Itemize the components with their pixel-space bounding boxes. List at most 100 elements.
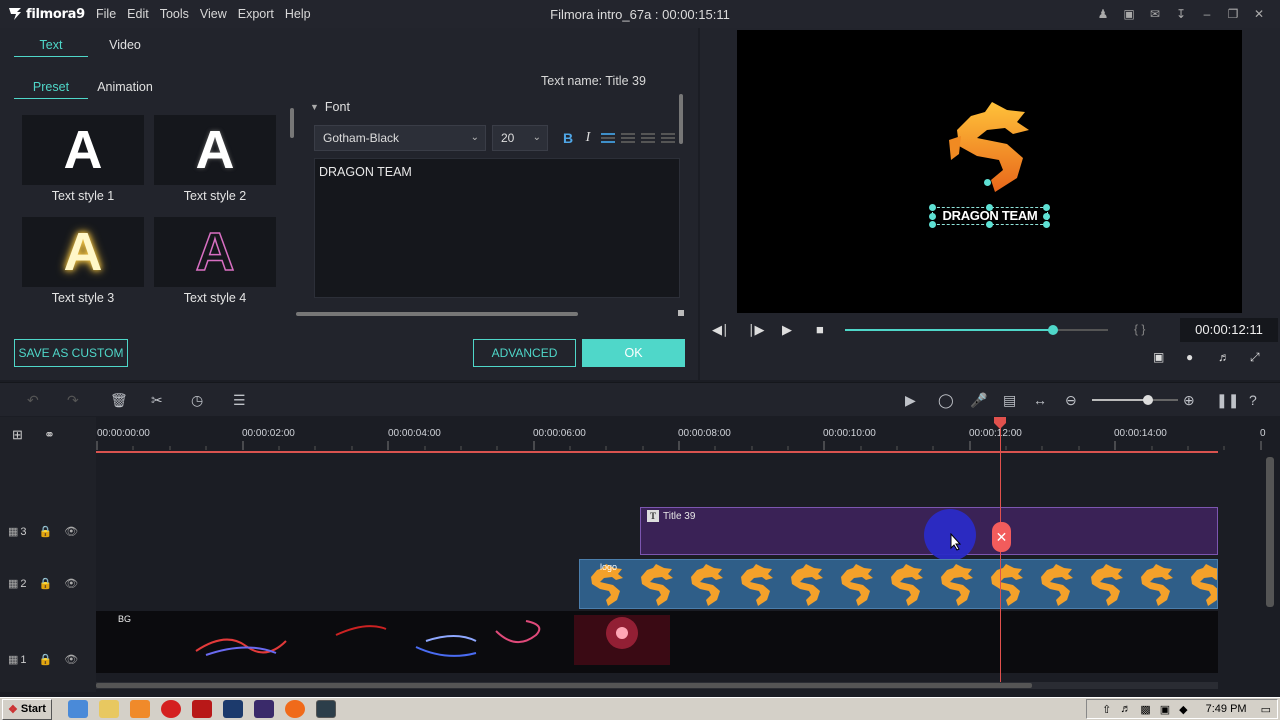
tray-arrow-icon[interactable]: ⇧ [1102, 703, 1111, 716]
help-icon[interactable]: ? [1249, 392, 1257, 408]
playhead-marker-icon[interactable] [993, 417, 1007, 429]
duration-icon[interactable]: ◷ [191, 392, 203, 409]
resize-handle[interactable] [929, 204, 936, 211]
firefox-icon[interactable] [285, 700, 305, 718]
mail-icon[interactable]: ✉ [1142, 4, 1168, 24]
preset-item[interactable]: A Text style 1 [22, 115, 144, 203]
preset-item[interactable]: A Text style 4 [154, 217, 276, 305]
timeline-horizontal-scrollbar[interactable] [96, 682, 1218, 689]
display-settings-icon[interactable]: ▣ [1153, 350, 1164, 364]
horizontal-scrollbar[interactable] [296, 312, 578, 316]
filmora-taskbar-icon[interactable] [316, 700, 336, 718]
tray-network-icon[interactable]: ▩ [1140, 703, 1150, 716]
adjust-icon[interactable]: ☰ [233, 392, 246, 409]
subtab-animation[interactable]: Animation [88, 76, 162, 99]
lock-icon[interactable]: 🔒 [39, 653, 53, 666]
close-icon[interactable]: ✕ [1246, 4, 1272, 24]
play-icon[interactable]: ▶ [782, 322, 792, 338]
lock-icon[interactable]: 🔒 [39, 525, 53, 538]
settings-scrollbar[interactable] [679, 94, 683, 144]
undo-icon[interactable]: ↶ [27, 392, 39, 409]
fit-timeline-icon[interactable]: ↔ [1033, 392, 1047, 408]
advanced-button[interactable]: ADVANCED [473, 339, 576, 367]
font-section-header[interactable]: ▼ Font [310, 100, 350, 114]
render-icon[interactable]: ▶ [905, 392, 916, 409]
menu-file[interactable]: File [96, 7, 116, 21]
align-center-icon[interactable] [621, 133, 635, 143]
show-desktop-icon[interactable]: ▭ [1261, 703, 1271, 716]
menu-view[interactable]: View [200, 7, 227, 21]
background-clip[interactable]: BG [96, 611, 1218, 673]
save-as-custom-button[interactable]: SAVE AS CUSTOM [14, 339, 128, 367]
text-content-input[interactable]: DRAGON TEAM [314, 158, 680, 298]
ok-button[interactable]: OK [582, 339, 685, 367]
explorer-icon[interactable] [99, 700, 119, 718]
tray-antivirus-icon[interactable]: ▣ [1160, 703, 1170, 716]
progress-knob[interactable] [1047, 325, 1058, 335]
save-icon[interactable]: ▣ [1116, 4, 1142, 24]
snapshot-icon[interactable]: ● [1186, 350, 1193, 364]
bold-button[interactable]: B [558, 130, 578, 146]
scroll-thumb[interactable] [96, 683, 1032, 688]
add-track-icon[interactable]: ⊞ [12, 427, 23, 443]
zoom-slider[interactable] [1092, 395, 1178, 405]
tray-volume-icon[interactable]: ♬ [1120, 703, 1131, 715]
lock-icon[interactable]: 🔒 [39, 577, 53, 590]
resize-handle[interactable] [929, 221, 936, 228]
eye-icon[interactable]: 👁 [64, 577, 78, 590]
resize-handle[interactable] [1043, 213, 1050, 220]
rotate-handle[interactable] [984, 179, 991, 186]
logo-clip[interactable]: logo [579, 559, 1218, 609]
menu-export[interactable]: Export [238, 7, 274, 21]
mark-in-out-icon[interactable]: { } [1134, 322, 1145, 336]
stop-icon[interactable]: ■ [816, 322, 824, 337]
opera-icon[interactable] [161, 700, 181, 718]
align-left-icon[interactable] [601, 133, 615, 143]
resize-handle[interactable] [1043, 221, 1050, 228]
resize-handle[interactable] [1043, 204, 1050, 211]
ie-icon[interactable] [68, 700, 88, 718]
font-family-select[interactable]: Gotham-Black ⌄ [314, 125, 486, 151]
tray-app-icon[interactable]: ◆ [1179, 703, 1187, 716]
eye-icon[interactable]: 👁 [64, 653, 78, 666]
preset-item[interactable]: A Text style 2 [154, 115, 276, 203]
tab-video[interactable]: Video [88, 34, 162, 57]
menu-help[interactable]: Help [285, 7, 311, 21]
marker-icon[interactable]: ◯ [938, 392, 954, 409]
minimize-icon[interactable]: – [1194, 4, 1220, 24]
microphone-icon[interactable]: 🎤 [970, 392, 987, 409]
after-effects-icon[interactable] [254, 700, 274, 718]
layout-icon[interactable]: ❚❚ [1216, 392, 1239, 409]
redo-icon[interactable]: ↷ [67, 392, 79, 409]
resize-handle[interactable] [986, 204, 993, 211]
maximize-icon[interactable]: ❐ [1220, 4, 1246, 24]
eye-icon[interactable]: 👁 [64, 525, 78, 538]
zoom-out-icon[interactable]: ⊖ [1065, 392, 1077, 409]
align-justify-icon[interactable] [661, 133, 675, 143]
preview-canvas[interactable]: DRAGON TEAM [737, 30, 1242, 313]
delete-icon[interactable]: 🗑 [110, 392, 128, 409]
time-ruler[interactable]: 00:00:00:00 00:00:02:00 00:00:04:00 00:0… [96, 417, 1266, 453]
volume-icon[interactable]: ♬ [1218, 350, 1230, 364]
audio-mixer-icon[interactable]: ▤ [1003, 392, 1016, 409]
step-play-icon[interactable]: ∣▶ [748, 322, 765, 338]
font-size-select[interactable]: 20 ⌄ [492, 125, 548, 151]
align-right-icon[interactable] [641, 133, 655, 143]
subtab-preset[interactable]: Preset [14, 76, 88, 99]
timeline-vertical-scrollbar[interactable] [1266, 457, 1274, 607]
media-player-icon[interactable] [130, 700, 150, 718]
resize-handle[interactable] [929, 213, 936, 220]
zoom-in-icon[interactable]: ⊕ [1183, 392, 1195, 409]
menu-edit[interactable]: Edit [127, 7, 149, 21]
preset-scrollbar[interactable] [290, 108, 294, 138]
preview-progress-bar[interactable] [845, 325, 1108, 335]
italic-button[interactable]: I [578, 130, 598, 146]
zoom-knob[interactable] [1142, 395, 1153, 405]
split-marker-icon[interactable]: ✕ [992, 522, 1011, 552]
split-icon[interactable]: ✂ [151, 392, 163, 409]
previous-frame-icon[interactable]: ◀∣ [712, 322, 729, 338]
resize-handle[interactable] [986, 221, 993, 228]
fullscreen-icon[interactable]: ⤢ [1250, 350, 1260, 365]
link-icon[interactable]: ⚭ [44, 427, 55, 443]
download-icon[interactable]: ↧ [1168, 4, 1194, 24]
